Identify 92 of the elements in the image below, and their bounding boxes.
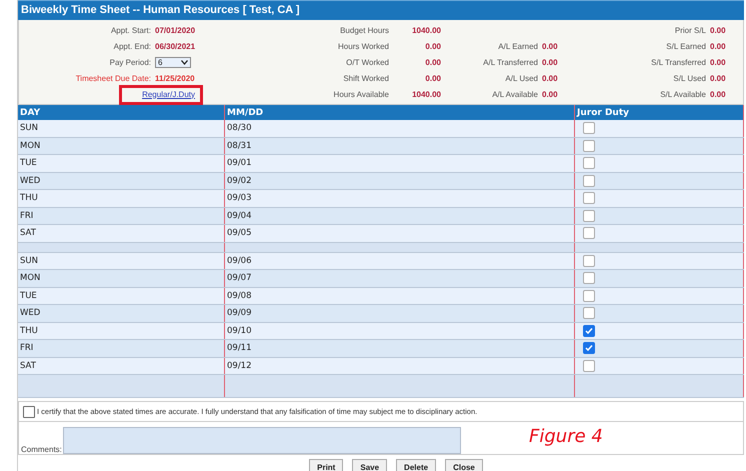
field-label: Prior S/L <box>674 26 707 34</box>
field-value: 0.00 <box>424 74 442 82</box>
juror-duty-checkbox[interactable] <box>583 290 595 302</box>
field-label: Appt. Start: <box>110 26 152 34</box>
table-cell: THU <box>18 322 224 340</box>
action-button[interactable]: Print <box>309 459 344 471</box>
pay-period-select[interactable]: 6 <box>155 56 191 68</box>
field-value: 0.00 <box>710 26 727 34</box>
field-value: 1040.00 <box>411 90 442 98</box>
juror-duty-checkbox[interactable] <box>583 122 595 134</box>
column-header: DAY <box>18 105 224 120</box>
comments-field[interactable] <box>62 427 461 454</box>
field-label: A/L Used <box>504 74 539 82</box>
field-label: S/L Earned <box>665 42 707 50</box>
table-cell: 09/03 <box>224 190 574 207</box>
field-label: Timesheet Due Date: <box>74 74 152 82</box>
table-cell: 09/09 <box>224 304 574 322</box>
field-label: A/L Earned <box>497 42 539 50</box>
table-cell: 09/07 <box>224 270 574 287</box>
juror-duty-checkbox[interactable] <box>583 192 595 204</box>
table-cell: 09/04 <box>224 207 574 224</box>
juror-duty-checkbox[interactable] <box>583 360 595 372</box>
field-label: A/L Transferred <box>482 58 539 66</box>
field-value: 0.00 <box>542 58 559 66</box>
table-cell: WED <box>18 172 224 190</box>
comments-label: Comments: <box>21 445 62 454</box>
table-cell: 09/08 <box>224 287 574 304</box>
field-value: 07/01/2020 <box>155 26 196 34</box>
field-label: A/L Available <box>491 90 539 98</box>
table-cell: THU <box>18 190 224 207</box>
table-cell: 09/05 <box>224 224 574 242</box>
field-value: 0.00 <box>710 58 727 66</box>
column-header: MM/DD <box>224 105 574 120</box>
table-cell: TUE <box>18 287 224 304</box>
juror-duty-checkbox[interactable] <box>583 342 595 354</box>
table-cell: 09/10 <box>224 322 574 340</box>
field-value: 0.00 <box>710 90 727 98</box>
table-cell: TUE <box>18 154 224 172</box>
table-cell: WED <box>18 304 224 322</box>
juror-duty-checkbox[interactable] <box>583 157 595 170</box>
figure-caption: Figure 4 <box>529 426 603 447</box>
field-label: Shift Worked <box>342 74 390 82</box>
action-button[interactable]: Delete <box>396 459 436 471</box>
action-button[interactable]: Close <box>445 459 483 471</box>
table-cell: 09/12 <box>224 357 574 374</box>
certify-checkbox[interactable] <box>23 406 35 418</box>
field-value: 0.00 <box>710 42 727 50</box>
table-cell: 09/02 <box>224 172 574 190</box>
table-cell: 09/01 <box>224 154 574 172</box>
field-label: S/L Available <box>659 90 707 98</box>
field-value: 0.00 <box>542 90 559 98</box>
table-cell: 09/11 <box>224 340 574 357</box>
juror-duty-checkbox[interactable] <box>583 174 595 187</box>
caret-icon <box>181 60 188 64</box>
regular-jduty-link[interactable]: Regular/J.Duty <box>142 90 195 98</box>
field-value: 0.00 <box>542 42 559 50</box>
field-label: S/L Transferred <box>650 58 707 66</box>
juror-duty-checkbox[interactable] <box>583 140 595 152</box>
juror-duty-checkbox[interactable] <box>583 227 595 240</box>
field-label: Appt. End: <box>112 42 152 50</box>
field-label: Hours Available <box>332 90 390 98</box>
table-cell: FRI <box>18 340 224 357</box>
juror-duty-checkbox[interactable] <box>583 272 595 284</box>
table-cell: SAT <box>18 224 224 242</box>
field-label: Budget Hours <box>339 26 390 34</box>
field-label: S/L Used <box>672 74 707 82</box>
window-title: Biweekly Time Sheet -- Human Resources [ Test, CA ] <box>18 0 744 20</box>
table-cell: FRI <box>18 207 224 224</box>
field-value: 0.00 <box>542 74 559 82</box>
juror-duty-checkbox[interactable] <box>583 254 595 267</box>
field-value: 0.00 <box>424 58 442 66</box>
table-cell: MON <box>18 137 224 154</box>
table-cell: 08/31 <box>224 137 574 154</box>
field-value: 1040.00 <box>411 26 442 34</box>
table-cell: SUN <box>18 252 224 270</box>
action-button[interactable]: Save <box>352 459 388 471</box>
table-cell: 08/30 <box>224 120 574 137</box>
table-cell: MON <box>18 270 224 287</box>
table-cell: SUN <box>18 120 224 137</box>
juror-duty-checkbox[interactable] <box>583 210 595 222</box>
field-value: 11/25/2020 <box>155 74 196 82</box>
juror-duty-checkbox[interactable] <box>583 307 595 320</box>
table-cell: SAT <box>18 357 224 374</box>
field-value: 06/30/2021 <box>155 42 196 50</box>
column-header: Juror Duty <box>574 105 744 120</box>
field-value: 0.00 <box>424 42 442 50</box>
table-cell: 09/06 <box>224 252 574 270</box>
juror-duty-checkbox[interactable] <box>583 324 595 337</box>
field-value: 0.00 <box>710 74 727 82</box>
field-label: Pay Period: <box>108 58 152 66</box>
field-label: Hours Worked <box>337 42 390 50</box>
field-label: O/T Worked <box>345 58 390 66</box>
